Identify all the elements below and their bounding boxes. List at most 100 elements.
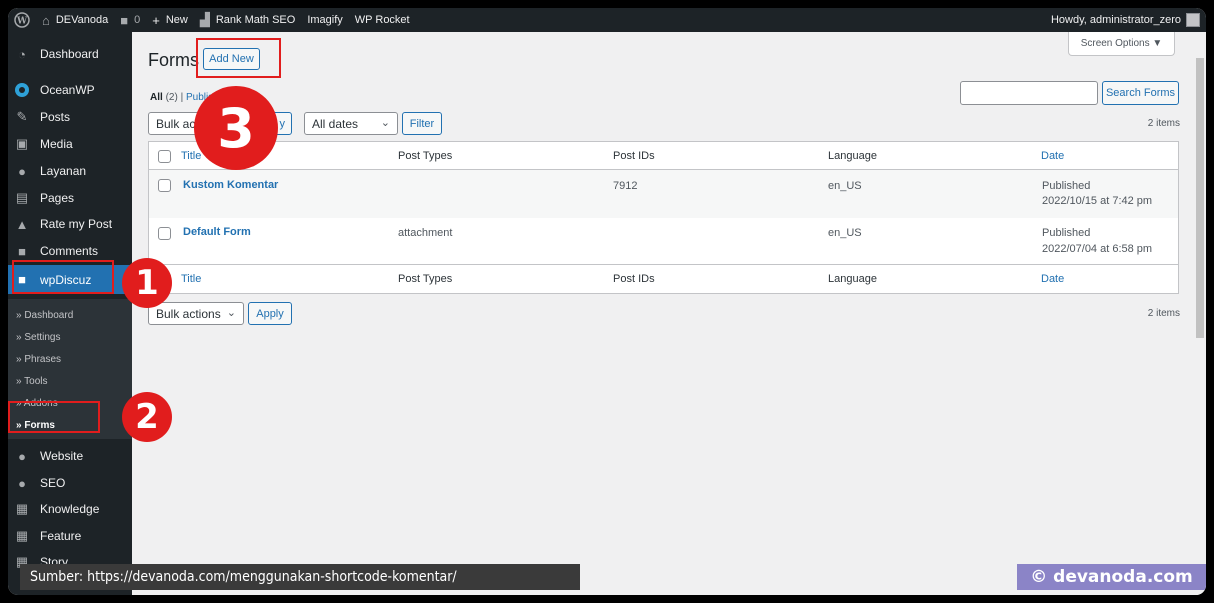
imagify-label: Imagify bbox=[307, 14, 343, 26]
admin-sidebar: ◔ Dashboard OceanWP ✎ Posts ▣ Media ● Layana… bbox=[8, 32, 132, 595]
sidebar-item-dashboard[interactable]: ◔ Dashboard bbox=[8, 41, 132, 67]
my-account-link[interactable]: Howdy, administrator_zero bbox=[1051, 8, 1200, 32]
chevron-down-icon: ⌄ bbox=[226, 307, 236, 319]
table-row: Default Form attachment en_US Published … bbox=[149, 218, 1178, 264]
form-title-link[interactable]: Kustom Komentar bbox=[183, 179, 278, 191]
submenu-item-phrases[interactable]: » Phrases bbox=[16, 351, 61, 367]
filter-all-count: (2) bbox=[165, 92, 178, 103]
status-cell: Published bbox=[1042, 180, 1091, 192]
apply-label-top: y bbox=[279, 117, 286, 130]
highlight-wpdiscuz bbox=[12, 260, 114, 294]
row-checkbox[interactable] bbox=[158, 227, 171, 240]
items-count-top: 2 items bbox=[1147, 118, 1180, 129]
column-header-language: Language bbox=[828, 150, 877, 162]
imagify-link[interactable]: Imagify bbox=[301, 8, 348, 32]
howdy-text: Howdy, administrator_zero bbox=[1050, 14, 1181, 26]
rank-math-link[interactable]: ▟ Rank Math SEO bbox=[194, 8, 301, 32]
sidebar-item-label: Posts bbox=[40, 110, 71, 124]
row-checkbox[interactable] bbox=[158, 179, 171, 192]
film-icon: ▦ bbox=[15, 528, 29, 543]
sidebar-item-media[interactable]: ▣ Media bbox=[8, 131, 132, 157]
date-cell: 2022/10/15 at 7:42 pm bbox=[1042, 195, 1153, 207]
submenu-item-dashboard[interactable]: » Dashboard bbox=[16, 307, 73, 323]
chart-icon: ▟ bbox=[199, 12, 210, 27]
language-cell: en_US bbox=[828, 227, 862, 239]
column-header-post-ids: Post IDs bbox=[613, 150, 655, 162]
apply-button-bottom[interactable]: Apply bbox=[248, 302, 292, 325]
sidebar-item-website[interactable]: ● Website bbox=[8, 443, 132, 469]
column-footer-post-ids: Post IDs bbox=[613, 273, 655, 285]
sidebar-item-label: Website bbox=[40, 449, 84, 463]
chevron-down-icon: ⌄ bbox=[380, 117, 390, 129]
date-filter-select[interactable]: All dates ⌄ bbox=[304, 112, 398, 135]
wp-rocket-label: WP Rocket bbox=[354, 14, 410, 26]
sidebar-item-pages[interactable]: ▤ Pages bbox=[8, 185, 132, 211]
column-header-title[interactable]: Title bbox=[181, 150, 201, 162]
sidebar-item-label: Knowledge bbox=[40, 502, 100, 516]
device-frame: W ⌂ DEVanoda ■ 0 + New ▟ Rank Math SEO I… bbox=[0, 0, 1214, 603]
search-forms-button[interactable]: Search Forms bbox=[1102, 81, 1179, 105]
screen: W ⌂ DEVanoda ■ 0 + New ▟ Rank Math SEO I… bbox=[8, 8, 1206, 595]
screen-options-button[interactable]: Screen Options ▼ bbox=[1068, 32, 1175, 56]
new-content-link[interactable]: + New bbox=[146, 8, 194, 32]
table-header-row: Title Post Types Post IDs Language Date bbox=[149, 142, 1178, 170]
date-filter-value: All dates bbox=[312, 116, 359, 131]
home-icon: ⌂ bbox=[42, 12, 50, 28]
main-content: Screen Options ▼ Forms Add New All (2) |… bbox=[132, 32, 1194, 595]
sidebar-item-label: OceanWP bbox=[40, 83, 95, 97]
search-input[interactable] bbox=[960, 81, 1098, 105]
submenu-item-settings[interactable]: » Settings bbox=[16, 329, 60, 345]
wp-rocket-link[interactable]: WP Rocket bbox=[349, 8, 416, 32]
scrollbar-thumb[interactable] bbox=[1196, 58, 1204, 338]
sidebar-item-knowledge[interactable]: ▦ Knowledge bbox=[8, 496, 132, 522]
filter-all-link[interactable]: All bbox=[150, 92, 163, 103]
sidebar-item-posts[interactable]: ✎ Posts bbox=[8, 104, 132, 130]
post-types-cell: attachment bbox=[398, 227, 453, 239]
comments-link[interactable]: ■ 0 bbox=[114, 8, 146, 32]
filter-button[interactable]: Filter bbox=[402, 112, 442, 135]
wordpress-logo-icon[interactable]: W bbox=[8, 8, 36, 32]
sidebar-item-layanan[interactable]: ● Layanan bbox=[8, 158, 132, 184]
highlight-add-new bbox=[196, 38, 281, 78]
step-2-marker: 2 bbox=[122, 392, 172, 442]
plus-icon: + bbox=[152, 12, 160, 28]
sidebar-item-oceanwp[interactable]: OceanWP bbox=[8, 77, 132, 103]
step-1-marker: 1 bbox=[122, 258, 172, 308]
media-icon: ▣ bbox=[15, 136, 29, 151]
sidebar-item-feature[interactable]: ▦ Feature bbox=[8, 523, 132, 549]
column-footer-date[interactable]: Date bbox=[1041, 273, 1064, 285]
post-ids-cell: 7912 bbox=[613, 180, 638, 192]
sidebar-item-label: Dashboard bbox=[40, 47, 99, 61]
comment-icon: ■ bbox=[18, 243, 26, 259]
table-row: Kustom Komentar 7912 en_US Published 202… bbox=[149, 170, 1178, 218]
column-footer-post-types: Post Types bbox=[398, 273, 453, 285]
bulk-actions-select-bottom[interactable]: Bulk actions ⌄ bbox=[148, 302, 244, 325]
sidebar-item-seo[interactable]: ● SEO bbox=[8, 470, 132, 496]
table-footer-row: Title Post Types Post IDs Language Date bbox=[149, 264, 1178, 292]
pin-icon: ✎ bbox=[16, 109, 28, 124]
site-name: DEVanoda bbox=[55, 14, 109, 26]
comments-count: 0 bbox=[134, 14, 141, 26]
sidebar-item-label: Layanan bbox=[40, 164, 87, 178]
rank-math-label: Rank Math SEO bbox=[215, 14, 296, 26]
select-all-checkbox[interactable] bbox=[158, 150, 171, 163]
form-title-link[interactable]: Default Form bbox=[183, 226, 251, 238]
items-count-bottom: 2 items bbox=[1147, 308, 1180, 319]
language-cell: en_US bbox=[828, 180, 862, 192]
sidebar-item-rate-my-post[interactable]: ▲ Rate my Post bbox=[8, 211, 132, 237]
vertical-scrollbar[interactable] bbox=[1194, 32, 1206, 595]
filter-separator: | bbox=[180, 92, 184, 103]
site-name-link[interactable]: ⌂ DEVanoda bbox=[36, 8, 114, 32]
column-footer-title[interactable]: Title bbox=[181, 273, 201, 285]
globe-icon: ● bbox=[18, 448, 26, 464]
status-cell: Published bbox=[1042, 227, 1091, 239]
avatar bbox=[1186, 13, 1200, 27]
page-title: Forms bbox=[148, 50, 199, 70]
pages-icon: ▤ bbox=[15, 190, 29, 205]
submenu-item-tools[interactable]: » Tools bbox=[16, 373, 48, 389]
forms-table: Title Post Types Post IDs Language Date … bbox=[148, 141, 1179, 294]
date-cell: 2022/07/04 at 6:58 pm bbox=[1042, 243, 1153, 255]
oceanwp-icon bbox=[13, 82, 31, 98]
column-header-date[interactable]: Date bbox=[1041, 150, 1064, 162]
svg-text:W: W bbox=[16, 17, 28, 27]
